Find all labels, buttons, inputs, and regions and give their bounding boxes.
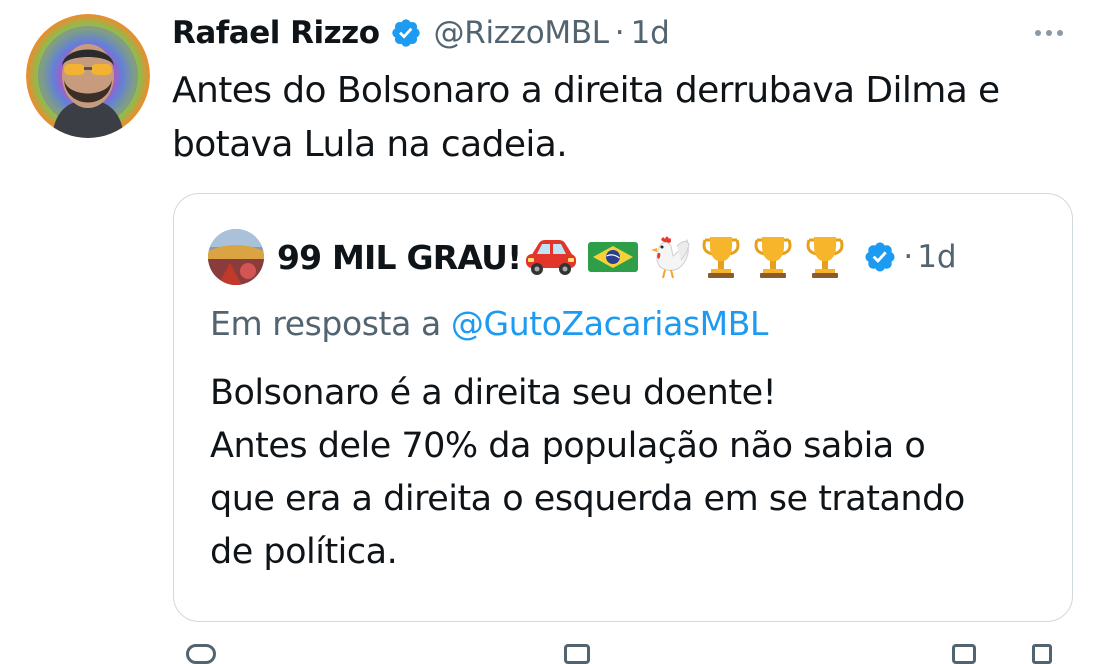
views-icon[interactable] [564,644,590,664]
quoted-tweet-timestamp: 1d [917,239,957,275]
reply-prefix: Em resposta a [210,304,441,343]
name-emojis [523,234,855,280]
verified-badge-icon [390,17,422,49]
quoted-tweet-card[interactable]: 99 MIL GRAU! · 1d Em resposta a @GutoZac… [173,193,1073,622]
reply-icon[interactable] [186,644,216,664]
quoted-author-name: 99 MIL GRAU! [277,237,522,277]
tweet-author-row: Rafael Rizzo @RizzoMBL · 1d [172,8,670,58]
tweet-timestamp[interactable]: 1d [631,15,670,51]
share-icon[interactable] [1032,644,1052,664]
tweet-text: Antes do Bolsonaro a direita derrubava D… [172,70,1000,165]
quoted-tweet-header: 99 MIL GRAU! · 1d [208,228,957,286]
more-options-icon[interactable] [1024,22,1074,44]
quoted-text-line: de política. [210,532,398,572]
trophy-icon [803,234,847,280]
quoted-text-line: Bolsonaro é a direita seu doente! [210,373,777,413]
rooster-icon [647,234,691,280]
quoted-text-line: Antes dele 70% da população não sabia o [210,426,926,466]
trophy-icon [699,234,743,280]
separator-dot: · [614,15,625,51]
verified-badge-icon [863,240,897,274]
bookmark-icon[interactable] [952,644,976,664]
car-icon [523,238,579,276]
author-avatar[interactable] [26,14,150,138]
reply-mention-link[interactable]: @GutoZacariasMBL [451,304,768,343]
quoted-text-line: que era a direita o esquerda em se trata… [210,479,965,519]
separator-dot: · [903,239,914,275]
brazil-flag-icon [587,240,639,274]
author-name[interactable]: Rafael Rizzo [172,15,380,51]
author-handle[interactable]: @RizzoMBL [434,15,610,51]
reply-context: Em resposta a @GutoZacariasMBL [210,304,768,343]
quoted-tweet-text: Bolsonaro é a direita seu doente! Antes … [210,367,1050,579]
tweet-action-bar [172,640,1072,664]
quoted-author-avatar [208,229,264,285]
trophy-icon [751,234,795,280]
